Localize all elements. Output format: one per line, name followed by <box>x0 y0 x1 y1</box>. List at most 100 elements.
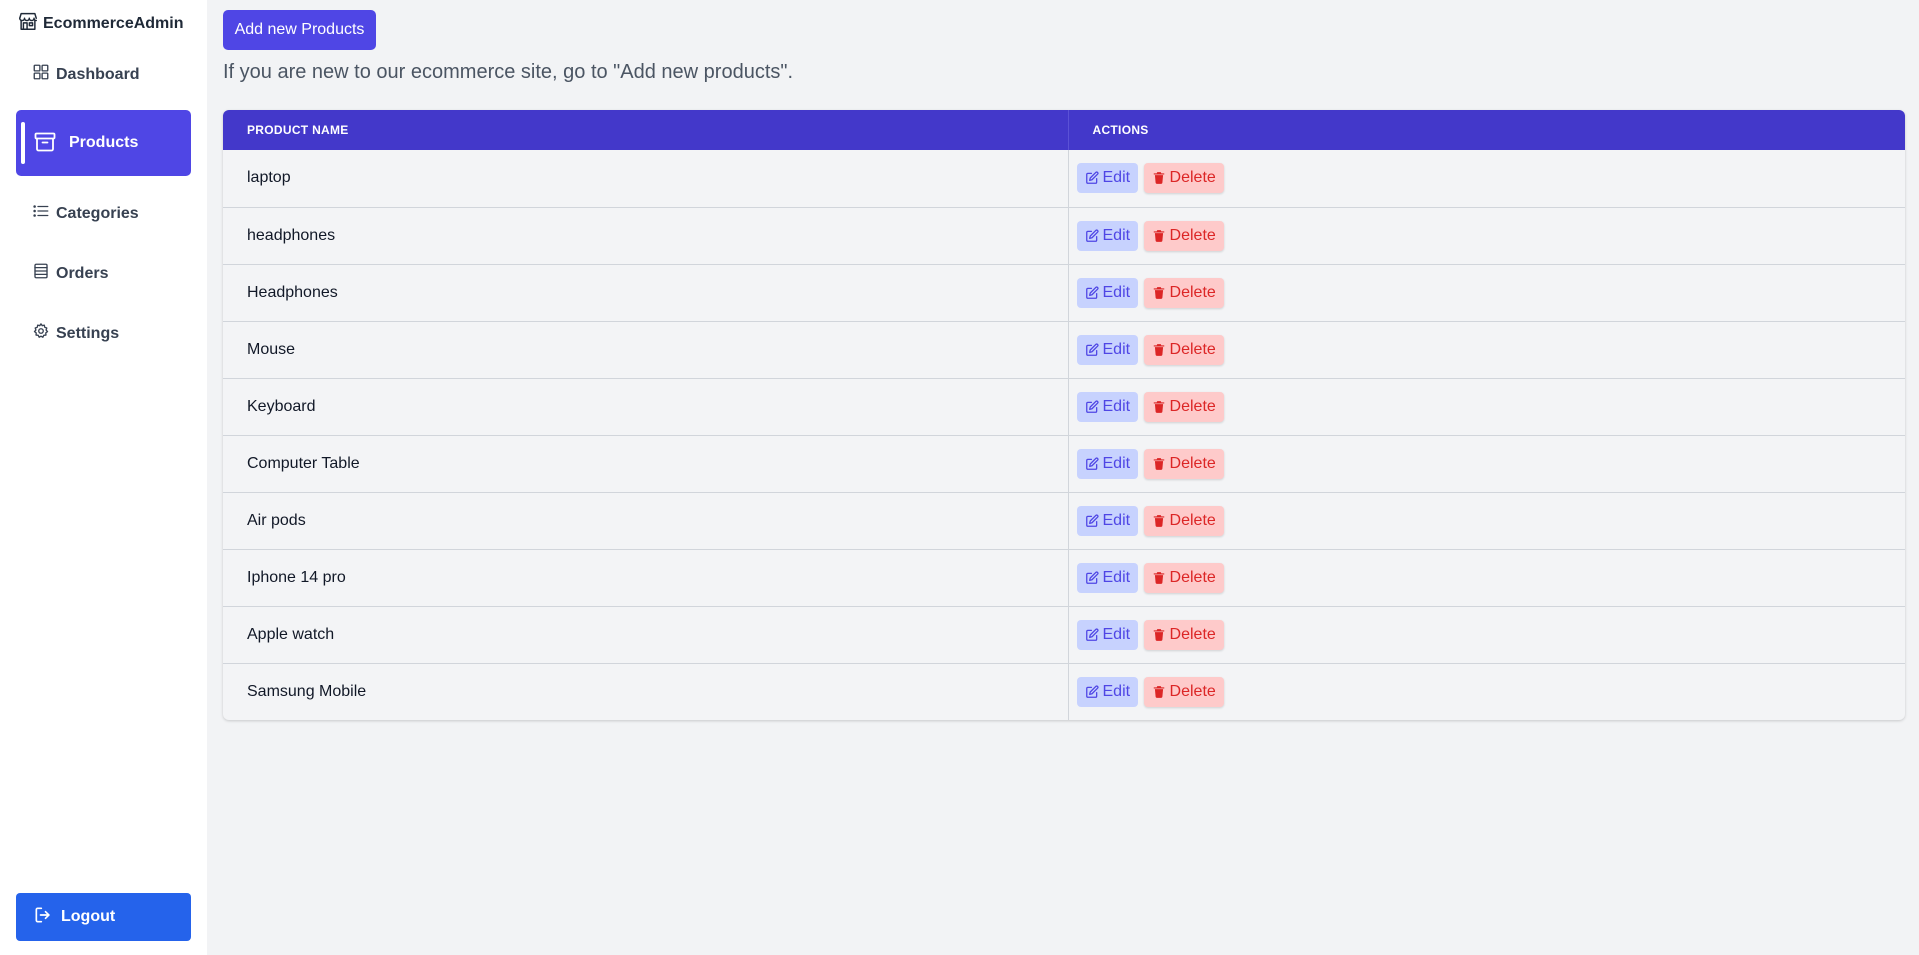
edit-button[interactable]: Edit <box>1076 334 1139 365</box>
delete-button[interactable]: Delete <box>1143 448 1224 479</box>
grid-icon <box>32 63 50 86</box>
edit-label: Edit <box>1102 454 1131 472</box>
edit-label: Edit <box>1102 397 1131 415</box>
product-name-cell: headphones <box>223 207 1069 264</box>
edit-button[interactable]: Edit <box>1076 676 1139 707</box>
edit-icon <box>1085 285 1099 300</box>
edit-icon <box>1085 171 1099 185</box>
delete-button[interactable]: Delete <box>1143 334 1224 365</box>
product-name-cell: Air pods <box>223 492 1069 549</box>
edit-icon <box>1085 228 1099 243</box>
sidebar-item-products[interactable]: Products <box>16 110 191 176</box>
table-row: Samsung Mobile Edit Delete <box>223 663 1905 720</box>
sidebar-item-label: Categories <box>56 204 139 222</box>
delete-label: Delete <box>1169 340 1216 358</box>
delete-button[interactable]: Delete <box>1143 220 1224 251</box>
delete-button[interactable]: Delete <box>1143 391 1224 422</box>
edit-icon <box>1085 342 1099 357</box>
delete-button[interactable]: Delete <box>1143 277 1224 308</box>
active-indicator <box>21 122 25 164</box>
trash-icon <box>1152 400 1166 414</box>
edit-button[interactable]: Edit <box>1076 448 1139 479</box>
sidebar-item-orders[interactable]: Orders <box>32 262 108 285</box>
delete-label: Delete <box>1169 283 1216 301</box>
product-name-cell: laptop <box>223 150 1069 207</box>
product-name-cell: Mouse <box>223 321 1069 378</box>
stack-icon <box>32 262 50 285</box>
table-row: laptop Edit Delete <box>223 150 1905 207</box>
table-header-row: PRODUCT NAME ACTIONS <box>223 110 1905 150</box>
trash-icon <box>1152 628 1166 642</box>
table-row: Apple watch Edit Delete <box>223 606 1905 663</box>
brand-title: EcommerceAdmin <box>43 14 184 32</box>
sidebar-item-dashboard[interactable]: Dashboard <box>32 63 140 86</box>
sidebar-item-label: Orders <box>56 264 109 282</box>
edit-button[interactable]: Edit <box>1076 391 1139 422</box>
trash-icon <box>1152 286 1166 300</box>
delete-button[interactable]: Delete <box>1143 619 1224 650</box>
edit-label: Edit <box>1102 283 1131 301</box>
actions-cell: Edit Delete <box>1068 549 1905 606</box>
column-header-actions: ACTIONS <box>1092 123 1149 137</box>
edit-icon <box>1085 627 1099 642</box>
delete-button[interactable]: Delete <box>1143 163 1224 194</box>
edit-icon <box>1085 399 1099 414</box>
logout-button[interactable]: Logout <box>16 893 191 941</box>
sidebar-item-categories[interactable]: Categories <box>32 202 139 225</box>
logout-icon <box>33 905 53 930</box>
edit-button[interactable]: Edit <box>1076 220 1139 251</box>
actions-cell: Edit Delete <box>1068 321 1905 378</box>
edit-label: Edit <box>1102 511 1131 529</box>
table-row: Iphone 14 pro Edit Delete <box>223 549 1905 606</box>
trash-icon <box>1152 343 1166 357</box>
actions-cell: Edit Delete <box>1068 492 1905 549</box>
delete-button[interactable]: Delete <box>1143 562 1224 593</box>
edit-button[interactable]: Edit <box>1076 619 1139 650</box>
sidebar: EcommerceAdmin Dashboard Products Catego… <box>0 0 207 955</box>
product-name-cell: Keyboard <box>223 378 1069 435</box>
table-row: Computer Table Edit Delete <box>223 435 1905 492</box>
sidebar-item-label: Dashboard <box>56 65 140 83</box>
edit-icon <box>1085 685 1099 699</box>
edit-label: Edit <box>1102 226 1131 244</box>
edit-icon <box>1085 513 1099 528</box>
brand[interactable]: EcommerceAdmin <box>17 10 184 37</box>
add-new-products-button[interactable]: Add new Products <box>223 10 376 50</box>
trash-icon <box>1152 229 1166 243</box>
edit-button[interactable]: Edit <box>1076 277 1139 308</box>
edit-label: Edit <box>1102 568 1131 586</box>
trash-icon <box>1152 571 1166 585</box>
actions-cell: Edit Delete <box>1068 378 1905 435</box>
sidebar-item-settings[interactable]: Settings <box>32 322 119 345</box>
edit-label: Edit <box>1102 169 1131 187</box>
product-name-cell: Iphone 14 pro <box>223 549 1069 606</box>
trash-icon <box>1152 171 1166 185</box>
actions-cell: Edit Delete <box>1068 207 1905 264</box>
logout-label: Logout <box>61 908 116 925</box>
list-icon <box>32 202 50 225</box>
actions-cell: Edit Delete <box>1068 150 1905 207</box>
delete-button[interactable]: Delete <box>1143 676 1224 707</box>
edit-button[interactable]: Edit <box>1076 163 1139 194</box>
delete-label: Delete <box>1169 568 1216 586</box>
sidebar-item-label: Settings <box>56 324 120 342</box>
products-table: PRODUCT NAME ACTIONS laptop Edit Delete he… <box>223 110 1905 720</box>
edit-button[interactable]: Edit <box>1076 505 1139 536</box>
table-row: headphones Edit Delete <box>223 207 1905 264</box>
trash-icon <box>1152 514 1166 528</box>
delete-label: Delete <box>1169 454 1216 472</box>
delete-label: Delete <box>1169 169 1216 187</box>
edit-button[interactable]: Edit <box>1076 562 1139 593</box>
trash-icon <box>1152 457 1166 471</box>
delete-label: Delete <box>1169 682 1216 700</box>
intro-text: If you are new to our ecommerce site, go… <box>223 61 794 83</box>
delete-button[interactable]: Delete <box>1143 505 1224 536</box>
actions-cell: Edit Delete <box>1068 264 1905 321</box>
product-name-cell: Apple watch <box>223 606 1069 663</box>
table-row: Headphones Edit Delete <box>223 264 1905 321</box>
edit-icon <box>1085 570 1099 585</box>
edit-label: Edit <box>1102 682 1131 700</box>
delete-label: Delete <box>1169 226 1216 244</box>
actions-cell: Edit Delete <box>1068 435 1905 492</box>
sidebar-item-label: Products <box>69 134 139 151</box>
